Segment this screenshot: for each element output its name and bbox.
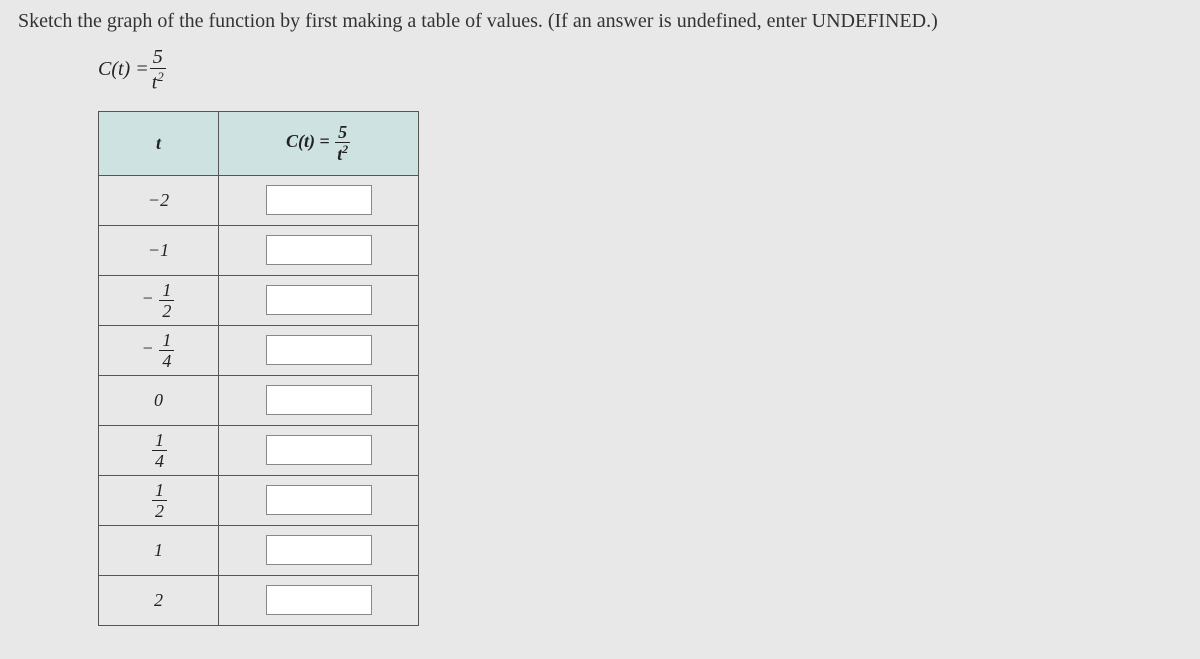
equation-lhs: C(t) =: [98, 58, 149, 81]
equation-den-exp: 2: [157, 69, 164, 84]
answer-input-1[interactable]: [266, 235, 372, 265]
t-sign: −: [143, 338, 155, 358]
t-frac-den: 4: [159, 351, 174, 370]
t-value: 1 2: [99, 475, 219, 525]
t-frac-den: 4: [152, 451, 167, 470]
header-c-den-exp: 2: [342, 143, 348, 156]
t-frac-num: 1: [159, 281, 174, 301]
t-sign: −: [143, 288, 155, 308]
answer-input-6[interactable]: [266, 485, 372, 515]
table-row: 1 2: [99, 475, 419, 525]
function-definition: C(t) = 5 t2: [98, 47, 1182, 93]
answer-input-2[interactable]: [266, 285, 372, 315]
header-c-fraction: 5 t2: [334, 123, 351, 163]
equation-numerator: 5: [150, 47, 166, 69]
table-header-c: C(t) = 5 t2: [219, 111, 419, 175]
answer-input-5[interactable]: [266, 435, 372, 465]
table-row: 0: [99, 375, 419, 425]
answer-input-8[interactable]: [266, 585, 372, 615]
t-frac-den: 2: [152, 501, 167, 520]
t-fraction: 1 4: [159, 331, 174, 370]
t-value: − 1 2: [99, 275, 219, 325]
table-row: 1: [99, 525, 419, 575]
equation-fraction: 5 t2: [149, 47, 167, 93]
answer-input-3[interactable]: [266, 335, 372, 365]
t-frac-num: 1: [152, 431, 167, 451]
answer-input-0[interactable]: [266, 185, 372, 215]
table-row: − 1 4: [99, 325, 419, 375]
t-fraction: 1 2: [152, 481, 167, 520]
t-value: 1: [99, 525, 219, 575]
table-row: − 1 2: [99, 275, 419, 325]
table-row: 1 4: [99, 425, 419, 475]
t-value: −1: [99, 225, 219, 275]
t-value: 0: [99, 375, 219, 425]
header-c-den: t2: [334, 143, 351, 163]
table-row: −2: [99, 175, 419, 225]
answer-input-4[interactable]: [266, 385, 372, 415]
t-frac-num: 1: [152, 481, 167, 501]
table-row: 2: [99, 575, 419, 625]
values-table: t C(t) = 5 t2 −2 −1: [98, 111, 419, 626]
equation-denominator: t2: [149, 69, 167, 93]
t-value: − 1 4: [99, 325, 219, 375]
t-value: −2: [99, 175, 219, 225]
header-c-lhs: C(t) =: [286, 131, 334, 151]
t-frac-den: 2: [159, 301, 174, 320]
table-header-t: t: [99, 111, 219, 175]
table-row: −1: [99, 225, 419, 275]
t-fraction: 1 2: [159, 281, 174, 320]
t-value: 2: [99, 575, 219, 625]
header-c-num: 5: [335, 123, 350, 143]
t-value: 1 4: [99, 425, 219, 475]
answer-input-7[interactable]: [266, 535, 372, 565]
t-fraction: 1 4: [152, 431, 167, 470]
t-frac-num: 1: [159, 331, 174, 351]
question-text: Sketch the graph of the function by firs…: [18, 10, 1182, 33]
